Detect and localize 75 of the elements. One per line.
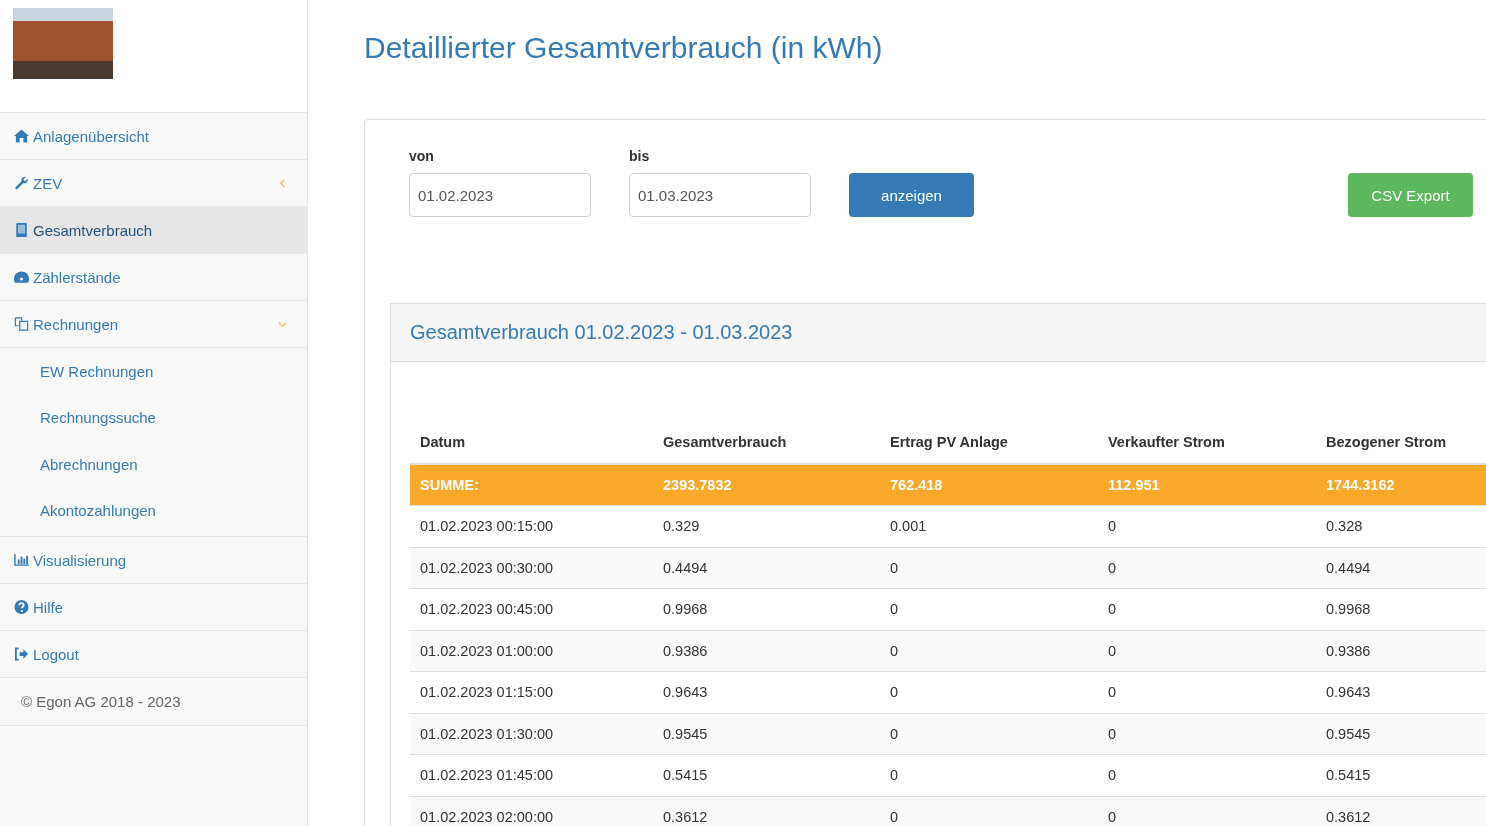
home-icon: [14, 129, 29, 143]
sidebar-subitem[interactable]: Akontozahlungen: [0, 487, 307, 534]
table-cell: 0.4494: [663, 559, 708, 576]
table-cell: 0: [1108, 684, 1117, 701]
table-cell: 0.9386: [1326, 642, 1371, 659]
field-label: von: [409, 148, 435, 164]
panel-title: Gesamtverbrauch 01.02.2023 - 01.03.2023: [410, 321, 793, 344]
copy-icon: [14, 317, 29, 331]
sidebar-subitem[interactable]: EW Rechnungen: [0, 348, 307, 395]
sidebar-subitem[interactable]: Rechnungssuche: [0, 394, 307, 441]
total-cell: 762.418: [890, 477, 943, 493]
table-cell: 0.9545: [663, 725, 708, 742]
bar-chart-icon: [14, 553, 29, 567]
table-cell: 0: [1108, 642, 1117, 659]
date-input-field[interactable]: 01.03.2023: [629, 173, 811, 217]
table-cell: 0: [890, 642, 899, 659]
table-cell: 0: [1108, 518, 1117, 535]
total-cell: 112.951: [1108, 477, 1160, 493]
logout-icon: [14, 647, 29, 661]
sidebar-item[interactable]: Gesamtverbrauch: [0, 207, 307, 254]
page-title: Detaillierter Gesamtverbrauch (in kWh): [364, 30, 884, 66]
table-cell: 0.9968: [1326, 601, 1371, 618]
wrench-icon: [14, 176, 29, 190]
table-cell: 0.3612: [1326, 809, 1371, 825]
table-cell: 0.4494: [1326, 559, 1371, 576]
field-label: bis: [629, 148, 651, 164]
table-cell: 01.02.2023 02:00:00: [420, 809, 554, 825]
table-cell: 0.001: [890, 518, 927, 535]
copyright-text: © Egon AG 2018 - 2023: [0, 678, 307, 726]
table-cell: 01.02.2023 00:30:00: [420, 559, 554, 576]
table-cell: 0: [890, 725, 899, 742]
table-cell: 0.9545: [1326, 725, 1371, 742]
csv-export-button[interactable]: CSV Export: [1348, 173, 1473, 217]
total-cell: 1744.3162: [1326, 477, 1395, 493]
table-cell: 01.02.2023 01:00:00: [420, 642, 554, 659]
table-cell: 0.5415: [1326, 767, 1371, 784]
table-cell: 0.329: [663, 518, 700, 535]
sidebar-item[interactable]: Zählerstände: [0, 254, 307, 301]
total-cell: 2393.7832: [663, 477, 732, 493]
total-cell: SUMME:: [420, 477, 479, 493]
table-cell: 01.02.2023 01:30:00: [420, 725, 554, 742]
table-cell: 0: [1108, 809, 1117, 825]
table-cell: 0: [1108, 601, 1117, 618]
table-cell: 01.02.2023 01:45:00: [420, 767, 554, 784]
table-cell: 0: [890, 684, 899, 701]
sidebar-item[interactable]: Hilfe: [0, 584, 307, 631]
sidebar-item[interactable]: Logout: [0, 631, 307, 678]
table-cell: 0.9968: [663, 601, 708, 618]
table-cell: 0.9643: [663, 684, 708, 701]
table-cell: 0: [890, 809, 899, 825]
show-button[interactable]: anzeigen: [849, 173, 974, 217]
document-icon: [14, 223, 29, 237]
sidebar-subitem[interactable]: Abrechnungen: [0, 441, 307, 488]
sidebar-item[interactable]: Rechnungen: [0, 301, 307, 348]
table-cell: 0: [890, 767, 899, 784]
table-cell: 0.3612: [663, 809, 708, 825]
date-input-field[interactable]: 01.02.2023: [409, 173, 591, 217]
table-cell: 01.02.2023 00:15:00: [420, 518, 554, 535]
sidebar-item[interactable]: Anlagenübersicht: [0, 113, 307, 160]
table-cell: 0: [1108, 725, 1117, 742]
dashboard-icon: [14, 270, 29, 284]
table-cell: 0.9643: [1326, 684, 1371, 701]
table-cell: 0.5415: [663, 767, 708, 784]
table-cell: 01.02.2023 01:15:00: [420, 684, 554, 701]
table-cell: 0: [890, 601, 899, 618]
table-cell: 0: [1108, 559, 1117, 576]
chevron-left-icon: [278, 178, 287, 188]
table-cell: 0: [890, 559, 899, 576]
table-cell: 0: [1108, 767, 1117, 784]
help-icon: [14, 600, 29, 614]
sidebar-item[interactable]: Visualisierung: [0, 537, 307, 584]
table-cell: 0.9386: [663, 642, 708, 659]
chevron-down-icon: [278, 319, 287, 329]
table-cell: 01.02.2023 00:45:00: [420, 601, 554, 618]
table-cell: 0.328: [1326, 518, 1363, 535]
